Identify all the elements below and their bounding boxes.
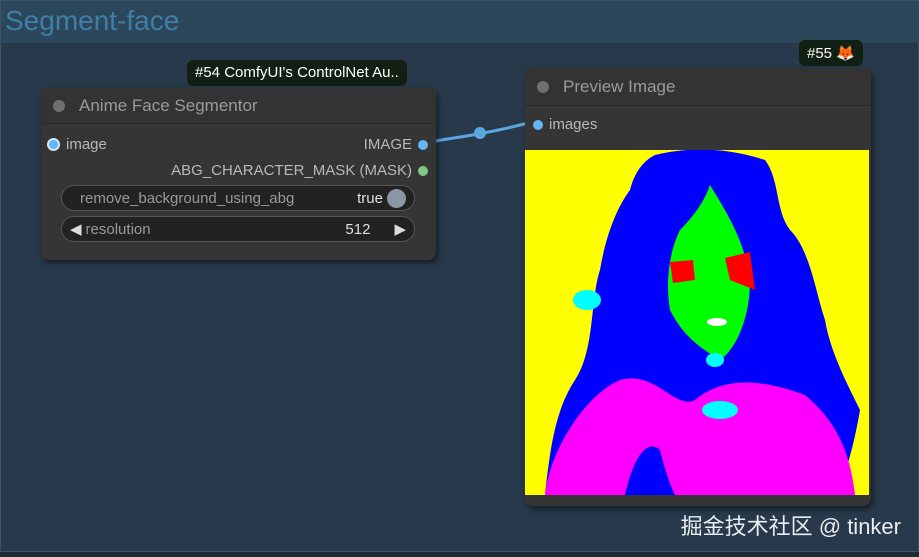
output-label: ABG_CHARACTER_MASK (MASK)	[171, 162, 412, 179]
image-socket-icon[interactable]	[47, 138, 60, 151]
output-image-slot[interactable]: IMAGE	[364, 136, 428, 153]
widget-value: true	[357, 189, 383, 207]
toggle-knob-icon	[387, 188, 406, 208]
node-title: Anime Face Segmentor	[79, 95, 258, 115]
input-image-slot[interactable]: image	[47, 136, 107, 153]
input-label: image	[66, 136, 107, 153]
collapse-dot-icon[interactable]	[53, 99, 65, 112]
output-mask-slot[interactable]: ABG_CHARACTER_MASK (MASK)	[171, 162, 428, 179]
anime-face-segmentor-node[interactable]: Anime Face Segmentor image IMAGE ABG_CHA…	[41, 88, 436, 260]
increment-arrow-icon[interactable]: ▶	[394, 220, 406, 238]
image-output-socket-icon[interactable]	[418, 139, 428, 150]
node-55-badge: #55 🦊	[799, 40, 863, 66]
group-title: Segment-face	[5, 5, 180, 36]
preview-image-node[interactable]: Preview Image images	[525, 68, 871, 506]
watermark: 掘金技术社区 @ tinker	[680, 514, 901, 539]
widget-value: 512	[345, 220, 371, 238]
mask-output-socket-icon[interactable]	[418, 165, 428, 176]
widget-label: resolution	[85, 220, 151, 238]
preview-image[interactable]	[525, 150, 869, 495]
decrement-arrow-icon[interactable]: ◀	[70, 220, 82, 238]
node-54-badge: #54 ComfyUI's ControlNet Au..	[187, 60, 407, 86]
output-label: IMAGE	[363, 136, 412, 153]
link-wire	[421, 121, 529, 145]
collapse-dot-icon[interactable]	[537, 80, 549, 93]
remove-background-toggle[interactable]: remove_background_using_abg true	[61, 185, 415, 211]
input-label: images	[549, 116, 598, 133]
fox-icon: 🦊	[836, 45, 855, 62]
badge-label: #55	[807, 45, 833, 62]
resolution-stepper[interactable]: ◀ resolution 512 ▶	[61, 216, 415, 242]
images-socket-icon[interactable]	[533, 119, 543, 130]
group-header[interactable]: Segment-face	[1, 1, 919, 43]
node-title: Preview Image	[563, 76, 676, 96]
widget-label: remove_background_using_abg	[80, 189, 295, 207]
input-images-slot[interactable]: images	[533, 116, 597, 133]
